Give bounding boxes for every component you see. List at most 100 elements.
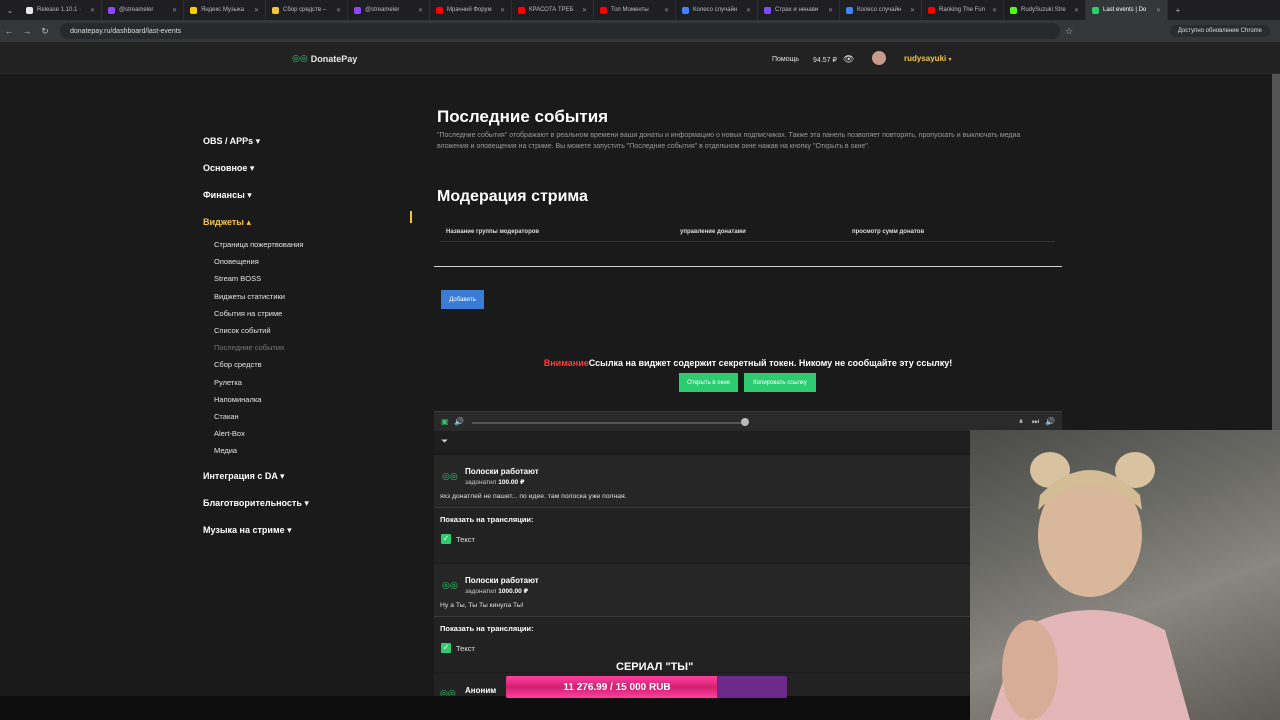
close-icon[interactable]: ✕ — [254, 7, 259, 14]
col-view-sums: просмотр сумм донатов — [852, 229, 925, 235]
sidebar-item[interactable]: Стакан — [203, 408, 413, 425]
sidebar-item[interactable]: Последние события — [203, 339, 413, 356]
browser-tab[interactable]: Топ Моменты ✕ — [594, 0, 676, 20]
donatepay-logo[interactable]: ◎◎ DonatePay — [292, 53, 357, 64]
sidebar-group[interactable]: Благотворительность ▾ — [203, 490, 413, 517]
browser-tab[interactable]: Яндекс Музыка ✕ — [184, 0, 266, 20]
browser-tab[interactable]: Мрачний Форум ✕ — [430, 0, 512, 20]
active-indicator — [410, 211, 412, 223]
tab-search-icon[interactable]: ⌄ — [0, 6, 20, 15]
divider — [434, 507, 970, 508]
page-description: "Последние события" отображают в реально… — [437, 132, 1021, 150]
warning-message: Ссылка на виджет содержит секретный токе… — [588, 358, 953, 368]
sidebar-item[interactable]: Сбор средств — [203, 356, 413, 373]
sidebar-item[interactable]: Виджеты статистики — [203, 288, 413, 305]
filter-icon[interactable]: ⏷ — [441, 436, 448, 447]
sidebar-group[interactable]: Финансы ▾ — [203, 182, 413, 209]
close-icon[interactable]: ✕ — [746, 7, 751, 14]
media-player: ▣ 🔊 ⏸ ⏭ 🔊 — [434, 411, 1062, 431]
donation-icon: ◎◎ — [442, 471, 458, 481]
browser-tab[interactable]: КРАСОТА ТРЕБ ✕ — [512, 0, 594, 20]
logo-icon: ◎◎ — [292, 53, 308, 63]
sidebar-group[interactable]: Музыка на стриме ▾ — [203, 517, 413, 544]
text-checkbox[interactable]: ✓ — [441, 643, 451, 653]
sidebar-group[interactable]: Виджеты ▴ — [203, 209, 413, 236]
skip-icon[interactable]: ⏭ — [1032, 417, 1039, 427]
close-icon[interactable]: ✕ — [172, 7, 177, 14]
browser-tab[interactable]: @streameler ✕ — [348, 0, 430, 20]
pause-icon[interactable]: ⏸ — [1019, 417, 1023, 427]
forward-icon[interactable]: → — [18, 26, 36, 36]
warning-text: ВниманиеСсылка на виджет содержит секрет… — [434, 358, 1062, 368]
browser-tab[interactable]: RudySuzuki Stre ✕ — [1004, 0, 1086, 20]
help-link[interactable]: Помощь — [772, 56, 799, 63]
close-icon[interactable]: ✕ — [90, 7, 95, 14]
sidebar-item[interactable]: Stream BOSS — [203, 270, 413, 287]
sidebar-group[interactable]: OBS / APPs ▾ — [203, 128, 413, 155]
tab-label: Страх и ненави — [775, 7, 819, 13]
sidebar-item[interactable]: Медиа — [203, 442, 413, 459]
header-right: Помощь 94.57 ₽ 👁 — [772, 54, 854, 65]
tab-favicon-icon — [108, 6, 115, 14]
progress-track[interactable] — [472, 422, 746, 424]
show-on-stream-label: Показать на трансляции: — [440, 624, 534, 633]
url-field[interactable]: donatepay.ru/dashboard/last-events — [60, 23, 1060, 39]
close-icon[interactable]: ✕ — [910, 7, 915, 14]
open-window-button[interactable]: Открыть в окне — [679, 373, 738, 392]
close-icon[interactable]: ✕ — [992, 7, 997, 14]
browser-tab[interactable]: Сбор средств – ✕ — [266, 0, 348, 20]
copy-link-button[interactable]: Копировать ссылку — [744, 373, 816, 392]
browser-tab[interactable]: Last events | Do ✕ — [1086, 0, 1168, 20]
text-checkbox[interactable]: ✓ — [441, 534, 451, 544]
close-icon[interactable]: ✕ — [1156, 7, 1161, 14]
warning-prefix: Внимание — [543, 358, 589, 368]
event-amount: 100.00 ₽ — [498, 479, 525, 486]
sidebar-group[interactable]: Основное ▾ — [203, 155, 413, 182]
close-icon[interactable]: ✕ — [500, 7, 505, 14]
close-icon[interactable]: ✕ — [336, 7, 341, 14]
sidebar-item[interactable]: Alert-Box — [203, 425, 413, 442]
bottom-bar — [0, 696, 970, 720]
tab-favicon-icon — [436, 6, 443, 14]
back-icon[interactable]: ← — [0, 26, 18, 36]
serial-title: СЕРИАЛ "ТЫ" — [616, 661, 694, 673]
sidebar-item[interactable]: События на стриме — [203, 305, 413, 322]
close-icon[interactable]: ✕ — [1074, 7, 1079, 14]
sidebar-item[interactable]: Оповещения — [203, 253, 413, 270]
sidebar-item[interactable]: Напоминалка — [203, 391, 413, 408]
add-button[interactable]: Добавить — [441, 290, 484, 309]
close-icon[interactable]: ✕ — [418, 7, 423, 14]
sidebar-item[interactable]: Список событий — [203, 322, 413, 339]
tab-favicon-icon — [928, 6, 935, 14]
close-icon[interactable]: ✕ — [582, 7, 587, 14]
browser-tab[interactable]: Ranking The Fun ✕ — [922, 0, 1004, 20]
browser-tab[interactable]: Колесо случайн ✕ — [676, 0, 758, 20]
reload-icon[interactable]: ↻ — [36, 26, 54, 37]
eye-icon[interactable]: 👁 — [843, 54, 854, 65]
browser-tab[interactable]: Колесо случайн ✕ — [840, 0, 922, 20]
progress-handle[interactable] — [741, 418, 749, 426]
close-icon[interactable]: ✕ — [664, 7, 669, 14]
avatar[interactable] — [872, 51, 886, 65]
scrollbar[interactable] — [1272, 74, 1280, 430]
sidebar-item[interactable]: Страница пожертвования — [203, 236, 413, 253]
browser-tab[interactable]: @streameler ✕ — [102, 0, 184, 20]
volume-icon[interactable]: 🔊 — [454, 417, 464, 426]
browser-tab[interactable]: Release 1.10.1 · ✕ — [20, 0, 102, 20]
show-on-stream-label: Показать на трансляции: — [440, 515, 534, 524]
sidebar-item[interactable]: Рулетка — [203, 374, 413, 391]
new-tab-icon[interactable]: + — [1168, 6, 1188, 15]
col-group-name: Название группы модераторов — [446, 229, 540, 235]
username: rudysayuki — [904, 54, 947, 63]
bookmark-star-icon[interactable]: ☆ — [1060, 26, 1078, 37]
chrome-update-button[interactable]: Доступно обновление Chrome — [1169, 25, 1270, 37]
sidebar: OBS / APPs ▾ Основное ▾ Финансы ▾ Виджеты ▴… — [203, 128, 413, 544]
close-icon[interactable]: ✕ — [828, 7, 833, 14]
user-menu[interactable]: rudysayuki ▾ — [904, 54, 952, 63]
event-donor-name: Полоски работают — [465, 576, 539, 585]
media-icon[interactable]: ▣ — [441, 417, 449, 426]
browser-tab[interactable]: Страх и ненави ✕ — [758, 0, 840, 20]
sidebar-group[interactable]: Интеграция с DA ▾ — [203, 463, 413, 490]
speaker-icon[interactable]: 🔊 — [1045, 417, 1055, 426]
tab-favicon-icon — [354, 6, 361, 14]
